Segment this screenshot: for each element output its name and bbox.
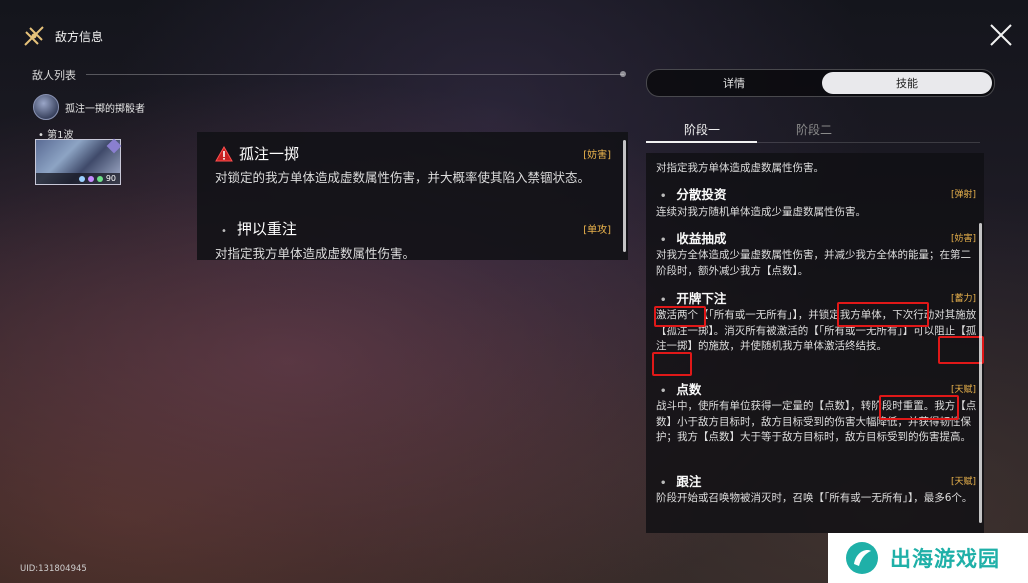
popup-title-row: 孤注一掷 [妨害] — [215, 143, 611, 164]
popup-skill-tag: [妨害] — [583, 150, 611, 161]
enemy-card[interactable]: 90 — [35, 138, 122, 185]
divider-end — [620, 71, 626, 77]
skill-name: 跟注 — [676, 474, 702, 489]
popup-skill-desc: 对锁定的我方单体造成虚数属性伤害，并大概率使其陷入禁锢状态。 — [215, 170, 591, 185]
enemy-list-title: 敌人列表 — [32, 69, 76, 82]
card-info-bar: 90 — [36, 173, 120, 184]
skill-item: • 分散投资 [弹射] — [660, 187, 976, 202]
tab-detail[interactable]: 详情 — [649, 72, 819, 94]
watermark-logo-icon — [846, 542, 878, 574]
popup-sub-desc: 对指定我方单体造成虚数属性伤害。 — [215, 246, 416, 261]
skill-name: 点数 — [676, 382, 702, 397]
highlight-box — [879, 395, 959, 420]
skill-desc: 阶段开始或召唤物被消灭时，召唤【「所有或一无所有」】，最多6个。 — [656, 492, 973, 504]
page-title: 敌方信息 — [55, 30, 104, 44]
skill-item: • 收益抽成 [妨害] — [660, 231, 976, 246]
highlight-box — [652, 352, 692, 376]
skill-name: 开牌下注 — [676, 291, 727, 306]
skill-top-desc: 对指定我方单体造成虚数属性伤害。 — [656, 162, 824, 174]
watermark: 出海游戏园 — [828, 533, 1028, 583]
tab-phase-1[interactable]: 阶段一 — [684, 121, 720, 138]
close-icon[interactable] — [988, 22, 1014, 48]
skill-tag: [弹射] — [950, 190, 976, 200]
skill-name: 收益抽成 — [676, 231, 727, 246]
detail-skill-toggle: 详情 技能 — [646, 69, 995, 97]
ice-weakness-icon — [78, 175, 85, 182]
uid-label: UID:131804945 — [20, 564, 87, 574]
enemy-info-icon — [24, 26, 44, 46]
skill-tag: [蓄力] — [950, 294, 976, 304]
skill-list-panel[interactable]: 对指定我方单体造成虚数属性伤害。 • 分散投资 [弹射] 连续对我方随机单体造成少… — [646, 153, 984, 533]
highlight-box — [938, 336, 984, 364]
enemy-avatar — [33, 94, 59, 120]
tab-divider — [757, 142, 980, 143]
warning-icon — [215, 145, 233, 161]
active-tab-indicator — [646, 141, 757, 143]
tab-skill[interactable]: 技能 — [822, 72, 992, 94]
skill-desc: 连续对我方随机单体造成少量虚数属性伤害。 — [656, 206, 866, 218]
highlight-box — [837, 302, 929, 327]
highlight-box — [654, 306, 706, 327]
skill-popup: 孤注一掷 [妨害] 对锁定的我方单体造成虚数属性伤害，并大概率使其陷入禁锢状态。… — [197, 132, 628, 261]
popup-skill-name: 孤注一掷 — [239, 145, 300, 163]
skill-tag: [天赋] — [950, 477, 976, 487]
imaginary-weakness-icon — [87, 175, 94, 182]
card-level: 90 — [105, 174, 116, 183]
skill-scrollbar[interactable] — [979, 223, 982, 523]
skill-tag: [天赋] — [950, 385, 976, 395]
skill-name: 分散投资 — [676, 187, 727, 202]
wind-weakness-icon — [96, 175, 103, 182]
skill-item: • 跟注 [天赋] — [660, 474, 976, 489]
skill-desc: 对我方全体造成少量虚数属性伤害，并减少我方全体的能量；在第二阶段时，额外减少我方… — [656, 249, 971, 277]
watermark-text: 出海游戏园 — [890, 547, 1000, 571]
divider — [86, 74, 624, 75]
weakness-badge-icon — [106, 138, 122, 154]
enemy-name: 孤注一掷的掷骰者 — [65, 103, 145, 115]
tab-phase-2[interactable]: 阶段二 — [796, 121, 832, 138]
popup-sub-name: 押以重注 — [236, 220, 297, 238]
skill-tag: [妨害] — [950, 234, 976, 244]
popup-sub-tag: [单攻] — [583, 225, 611, 236]
enemy-entry[interactable]: 孤注一掷的掷骰者 — [33, 94, 145, 120]
popup-sub-row: • 押以重注 [单攻] — [221, 220, 611, 238]
popup-scrollbar[interactable] — [623, 140, 626, 252]
